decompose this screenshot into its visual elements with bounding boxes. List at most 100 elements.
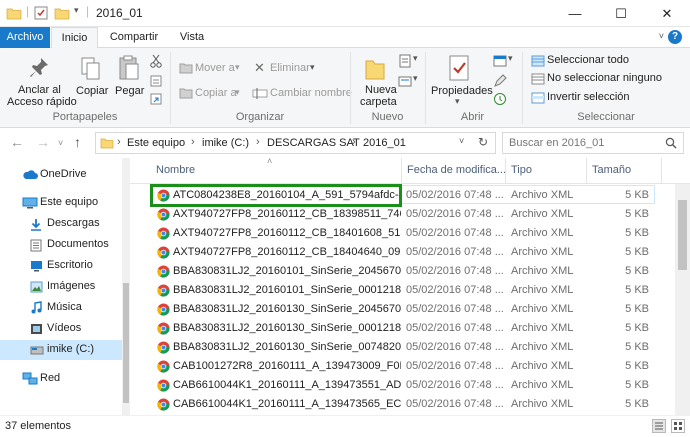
- file-row[interactable]: BBA830831LJ2_20160130_SinSerie_000121800…: [130, 319, 675, 338]
- file-row[interactable]: CAB6610044K1_20160111_A_139473551_AD46..…: [130, 376, 675, 395]
- file-list-scrollbar[interactable]: [675, 184, 690, 415]
- invert-selection-button[interactable]: Invertir selección: [547, 91, 630, 103]
- new-folder-quick-icon[interactable]: [54, 6, 70, 20]
- address-bar[interactable]: › Este equipo › imike (C:) › DESCARGAS S…: [95, 132, 496, 154]
- select-all-icon[interactable]: [531, 55, 545, 67]
- file-name[interactable]: AXT940727FP8_20160112_CB_18401608_5139D.…: [173, 227, 401, 239]
- search-box[interactable]: [502, 132, 684, 154]
- file-row[interactable]: BBA830831LJ2_20160130_SinSerie_007482000…: [130, 338, 675, 357]
- breadcrumb-separator-icon[interactable]: ›: [191, 136, 195, 148]
- file-name[interactable]: CAB6610044K1_20160111_A_139473565_ECB7F.…: [173, 398, 401, 410]
- address-dropdown-icon[interactable]: ˅: [459, 136, 464, 146]
- copy-path-icon[interactable]: [149, 74, 163, 88]
- invert-selection-icon[interactable]: [531, 92, 545, 104]
- breadcrumb-separator-icon[interactable]: ›: [352, 136, 356, 148]
- delete-button[interactable]: Eliminar: [270, 62, 310, 74]
- nav-item-documents[interactable]: Documentos: [0, 235, 122, 255]
- scrollbar-thumb[interactable]: [123, 283, 129, 403]
- nav-item-onedrive[interactable]: OneDrive: [0, 165, 122, 185]
- copy-to-button[interactable]: Copiar a: [195, 87, 237, 99]
- easy-access-icon[interactable]: [398, 74, 412, 88]
- nav-item-this-pc[interactable]: Este equipo: [0, 193, 122, 213]
- ribbon-expand-icon[interactable]: ˅: [659, 31, 664, 41]
- copy-to-icon[interactable]: [179, 86, 193, 100]
- breadcrumb-separator-icon[interactable]: ›: [256, 136, 260, 148]
- column-header-name[interactable]: Nombre: [156, 164, 195, 176]
- file-name[interactable]: BBA830831LJ2_20160101_SinSerie_000121800…: [173, 284, 401, 296]
- select-none-button[interactable]: No seleccionar ninguno: [547, 72, 662, 84]
- close-button[interactable]: ✕: [644, 0, 690, 27]
- scrollbar-thumb[interactable]: [678, 200, 687, 270]
- paste-icon[interactable]: [117, 54, 141, 82]
- column-header-type[interactable]: Tipo: [511, 164, 532, 176]
- file-name[interactable]: CAB1001272R8_20160111_A_139473009_F0E7B.…: [173, 360, 401, 372]
- paste-shortcut-icon[interactable]: [149, 92, 163, 106]
- select-all-button[interactable]: Seleccionar todo: [547, 54, 629, 66]
- tab-share[interactable]: Compartir: [102, 27, 166, 48]
- open-dropdown-icon[interactable]: ▾: [508, 53, 513, 64]
- new-folder-label-line1[interactable]: Nueva: [365, 84, 397, 96]
- forward-arrow-icon[interactable]: →: [36, 134, 50, 150]
- file-row[interactable]: AXT940727FP8_20160112_CB_18401608_5139D.…: [130, 224, 675, 243]
- quick-access-dropdown-icon[interactable]: ▾: [74, 5, 79, 16]
- file-name[interactable]: BBA830831LJ2_20160130_SinSerie_007482000…: [173, 341, 401, 353]
- nav-item-music[interactable]: Música: [0, 298, 122, 318]
- new-item-icon[interactable]: [398, 54, 412, 68]
- move-to-icon[interactable]: [179, 61, 193, 75]
- file-name[interactable]: CAB6610044K1_20160111_A_139473551_AD46..…: [173, 379, 401, 391]
- breadcrumb-descargas-sat[interactable]: DESCARGAS SAT: [267, 137, 360, 149]
- file-name[interactable]: ATC0804238E8_20160104_A_591_5794afdc-426…: [173, 189, 401, 201]
- maximize-button[interactable]: ☐: [598, 0, 644, 27]
- search-icon[interactable]: [665, 137, 677, 149]
- nav-item-pictures[interactable]: Imágenes: [0, 277, 122, 297]
- copy-to-dropdown-icon[interactable]: ▾: [235, 87, 240, 98]
- copy-button[interactable]: Copiar: [76, 85, 108, 97]
- file-row[interactable]: AXT940727FP8_20160112_CB_18398511_746E5.…: [130, 205, 675, 224]
- file-row[interactable]: BBA830831LJ2_20160101_SinSerie_000121800…: [130, 281, 675, 300]
- details-view-icon[interactable]: [652, 419, 666, 433]
- nav-item-downloads[interactable]: Descargas: [0, 214, 122, 234]
- file-row[interactable]: BBA830831LJ2_20160130_SinSerie_204567012…: [130, 300, 675, 319]
- refresh-icon[interactable]: ↻: [478, 135, 488, 149]
- properties-icon[interactable]: [447, 54, 471, 82]
- column-divider[interactable]: [505, 158, 506, 184]
- properties-dropdown-icon[interactable]: ▾: [455, 96, 460, 107]
- file-name[interactable]: BBA830831LJ2_20160101_SinSerie_204567012…: [173, 265, 401, 277]
- easy-access-dropdown-icon[interactable]: ▾: [413, 73, 418, 84]
- rename-icon[interactable]: [252, 86, 268, 100]
- move-to-button[interactable]: Mover a: [195, 62, 235, 74]
- history-icon[interactable]: [493, 92, 507, 106]
- column-divider[interactable]: [401, 158, 402, 184]
- paste-button[interactable]: Pegar: [115, 85, 144, 97]
- pin-label-line2[interactable]: Acceso rápido: [7, 96, 77, 108]
- file-name[interactable]: AXT940727FP8_20160112_CB_18398511_746E5.…: [173, 208, 401, 220]
- tab-home[interactable]: Inicio: [51, 27, 98, 49]
- large-icons-view-icon[interactable]: [671, 419, 685, 433]
- file-name[interactable]: BBA830831LJ2_20160130_SinSerie_000121800…: [173, 322, 401, 334]
- move-to-dropdown-icon[interactable]: ▾: [235, 62, 240, 73]
- file-row[interactable]: AXT940727FP8_20160112_CB_18404640_0928C.…: [130, 243, 675, 262]
- breadcrumb-separator-icon[interactable]: ›: [117, 136, 121, 148]
- pin-icon[interactable]: [28, 56, 50, 80]
- back-arrow-icon[interactable]: ←: [10, 134, 24, 150]
- column-header-size[interactable]: Tamaño: [592, 164, 631, 176]
- delete-dropdown-icon[interactable]: ▾: [310, 62, 315, 73]
- tab-view[interactable]: Vista: [170, 27, 214, 48]
- nav-item-videos[interactable]: Vídeos: [0, 319, 122, 339]
- help-icon[interactable]: ?: [668, 30, 682, 44]
- new-folder-label-line2[interactable]: carpeta: [360, 96, 397, 108]
- file-row[interactable]: BBA830831LJ2_20160101_SinSerie_204567012…: [130, 262, 675, 281]
- minimize-button[interactable]: —: [552, 0, 598, 27]
- breadcrumb-drive[interactable]: imike (C:): [202, 137, 249, 149]
- edit-icon[interactable]: [493, 74, 507, 88]
- select-none-icon[interactable]: [531, 73, 545, 85]
- column-header-date[interactable]: Fecha de modifica...: [407, 164, 506, 176]
- tab-file[interactable]: Archivo: [0, 27, 50, 48]
- navigation-pane-scrollbar[interactable]: [122, 158, 130, 415]
- nav-item-drive-c[interactable]: imike (C:): [0, 340, 122, 360]
- file-row[interactable]: CAB1001272R8_20160111_A_139473009_F0E7B.…: [130, 357, 675, 376]
- new-folder-icon[interactable]: [364, 55, 386, 81]
- properties-button[interactable]: Propiedades: [431, 85, 493, 97]
- search-input[interactable]: [509, 135, 659, 151]
- delete-icon[interactable]: ✕: [254, 60, 265, 76]
